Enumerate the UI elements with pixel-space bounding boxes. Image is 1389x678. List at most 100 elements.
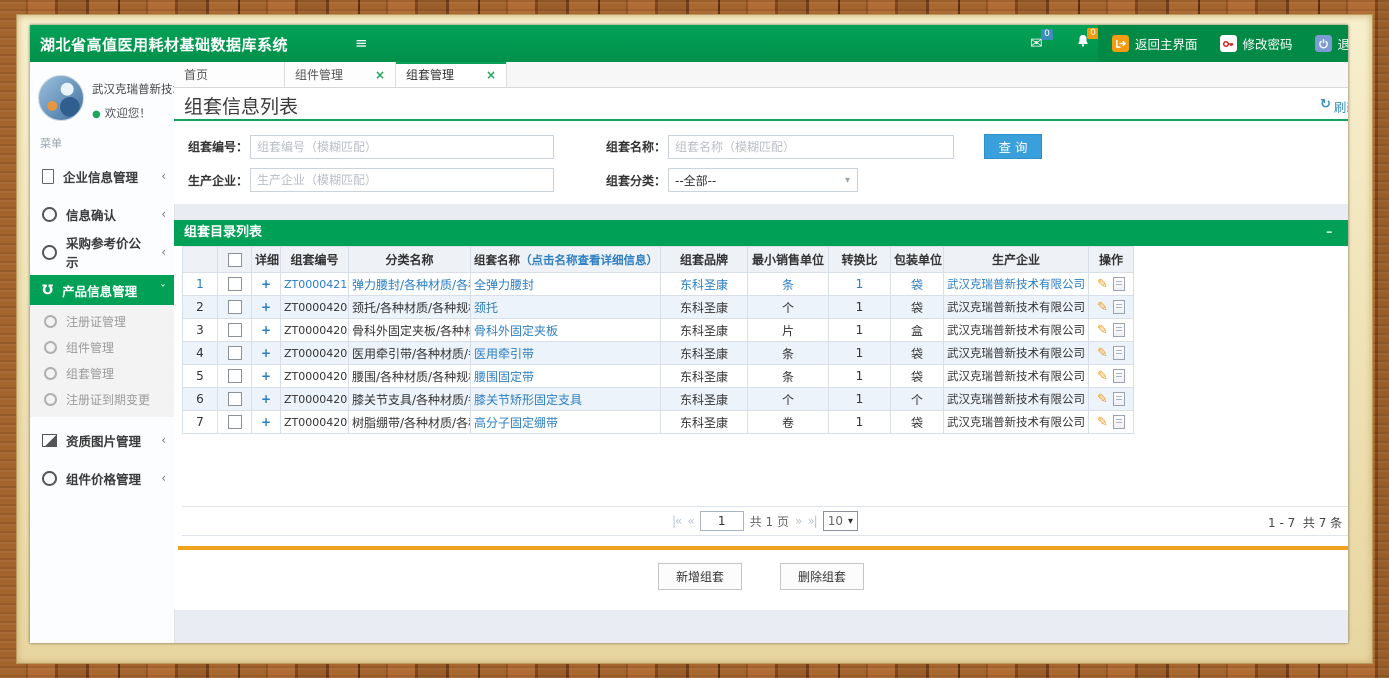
mail-icon[interactable]: ✉ 0 [1030, 34, 1043, 52]
row-checkbox[interactable] [228, 277, 242, 291]
tab-home[interactable]: 首页 [174, 62, 285, 87]
change-password-button[interactable]: 修改密码 [1220, 34, 1293, 53]
document-icon[interactable] [1113, 277, 1125, 291]
edit-icon[interactable]: ✎ [1097, 393, 1108, 406]
row-checkbox[interactable] [228, 392, 242, 406]
row-checkbox[interactable] [228, 415, 242, 429]
row-checkbox[interactable] [228, 300, 242, 314]
set-name-link[interactable]: 骨科外固定夹板 [474, 324, 558, 338]
document-icon[interactable] [1113, 323, 1125, 337]
set-brand: 东科圣康 [661, 296, 748, 319]
edit-icon[interactable]: ✎ [1097, 324, 1108, 337]
expand-row-button[interactable]: + [252, 365, 281, 388]
set-name-link[interactable]: 颈托 [474, 301, 498, 315]
tab-component-mgmt[interactable]: 组件管理× [285, 62, 396, 87]
expand-row-button[interactable]: + [252, 273, 281, 296]
hamburger-icon[interactable]: ≡ [355, 34, 368, 52]
record-range-label: 1 - 7 共 7 条 [1268, 514, 1342, 531]
document-icon[interactable] [1113, 346, 1125, 360]
set-name-link[interactable]: 腰围固定带 [474, 370, 534, 384]
search-button[interactable]: 查 询 [984, 134, 1042, 159]
col-checkbox [218, 247, 252, 273]
set-name-link[interactable]: 膝关节矫形固定支具 [474, 393, 582, 407]
set-name-link[interactable]: 医用牵引带 [474, 347, 534, 361]
first-page-icon[interactable]: |« [672, 514, 681, 528]
search-form: 组套编号： 组套名称： 查 询 生产企业： 组套分类： --全部-- ▾ [174, 121, 1348, 204]
pack-unit: 盒 [891, 319, 944, 342]
tab-set-mgmt[interactable]: 组套管理× [396, 62, 507, 87]
total-pages-label: 共 1 页 [750, 513, 789, 530]
edit-icon[interactable]: ✎ [1097, 278, 1108, 291]
document-icon[interactable] [1113, 392, 1125, 406]
sidebar-item-registration-cert[interactable]: 注册证管理 [30, 308, 174, 334]
edit-icon[interactable]: ✎ [1097, 416, 1108, 429]
sidebar-item-component-price[interactable]: 组件价格管理 ‹ [30, 463, 174, 493]
sidebar-item-purchase-price[interactable]: 采购参考价公示 ‹ [30, 237, 174, 267]
expand-row-button[interactable]: + [252, 342, 281, 365]
select-all-checkbox[interactable] [228, 253, 242, 267]
bell-icon[interactable]: 0 [1076, 33, 1090, 52]
edit-icon[interactable]: ✎ [1097, 370, 1108, 383]
prev-page-icon[interactable]: « [687, 514, 693, 528]
page-input[interactable] [700, 511, 744, 531]
tab-bar: 首页 组件管理× 组套管理× [174, 62, 1348, 88]
set-name-link[interactable]: 全弹力腰封 [474, 278, 534, 292]
return-main-button[interactable]: 返回主界面 [1112, 34, 1198, 53]
manufacturer: 武汉克瑞普新技术有限公司 [944, 365, 1089, 388]
sidebar-item-component-mgmt[interactable]: 组件管理 [30, 334, 174, 360]
delete-set-button[interactable]: 删除组套 [780, 563, 864, 590]
row-checkbox[interactable] [228, 369, 242, 383]
col-unit: 最小销售单位 [748, 247, 829, 273]
close-icon[interactable]: × [486, 68, 496, 82]
set-code-input[interactable] [250, 135, 554, 159]
document-icon[interactable] [1113, 415, 1125, 429]
edit-icon[interactable]: ✎ [1097, 347, 1108, 360]
sidebar-item-set-mgmt[interactable]: 组套管理 [30, 360, 174, 386]
set-code: ZT00004208 [281, 319, 349, 342]
sidebar-item-enterprise-info[interactable]: 企业信息管理 ‹ [30, 161, 174, 191]
search-panel: 组套信息列表 ↻ 刷新 组套编号： 组套名称： 查 询 生产企业： 组套分类 [174, 88, 1348, 204]
document-icon[interactable] [1113, 369, 1125, 383]
page-title: 组套信息列表 [184, 92, 298, 119]
sidebar-item-qualification-images[interactable]: 资质图片管理 ‹ [30, 425, 174, 455]
expand-row-button[interactable]: + [252, 296, 281, 319]
sidebar-item-info-confirm[interactable]: 信息确认 ‹ [30, 199, 174, 229]
sidebar-item-product-info[interactable]: ℧ 产品信息管理 ˇ [30, 275, 174, 305]
row-checkbox-cell [218, 319, 252, 342]
expand-row-button[interactable]: + [252, 319, 281, 342]
row-checkbox[interactable] [228, 346, 242, 360]
chevron-left-icon: ‹ [161, 433, 166, 447]
expand-row-button[interactable]: + [252, 411, 281, 434]
manufacturer-input[interactable] [250, 168, 554, 192]
user-name: 武汉克瑞普新技术 [92, 81, 178, 97]
add-set-button[interactable]: 新增组套 [658, 563, 742, 590]
min-sale-unit: 条 [748, 365, 829, 388]
collapse-icon[interactable]: – [1326, 220, 1333, 246]
avatar[interactable] [38, 75, 84, 121]
next-page-icon[interactable]: » [795, 514, 801, 528]
conversion-ratio: 1 [829, 273, 891, 296]
top-header: 湖北省高值医用耗材基础数据库系统 ≡ ✉ 0 0 返回主界面 修改密码 [30, 25, 1348, 62]
logout-button[interactable]: 退出 [1315, 34, 1348, 53]
expand-row-button[interactable]: + [252, 388, 281, 411]
refresh-button[interactable]: ↻ 刷新 [1320, 97, 1348, 116]
set-name-link[interactable]: 高分子固定绷带 [474, 416, 558, 430]
document-icon[interactable] [1113, 300, 1125, 314]
set-category-select[interactable]: --全部-- ▾ [668, 168, 858, 192]
last-page-icon[interactable]: »| [807, 514, 816, 528]
sidebar-item-cert-expiry[interactable]: 注册证到期变更 [30, 386, 174, 412]
set-name-input[interactable] [668, 135, 954, 159]
min-sale-unit: 条 [748, 342, 829, 365]
circle-icon [44, 393, 57, 406]
power-icon [1315, 35, 1332, 52]
edit-icon[interactable]: ✎ [1097, 301, 1108, 314]
row-checkbox[interactable] [228, 323, 242, 337]
page-size-select[interactable]: 10 ▾ [823, 511, 858, 531]
category-name: 膝关节支具/各种材质/各种规格 [349, 388, 471, 411]
refresh-icon: ↻ [1320, 97, 1331, 116]
row-number: 7 [183, 411, 218, 434]
manufacturer: 武汉克瑞普新技术有限公司 [944, 319, 1089, 342]
close-icon[interactable]: × [375, 68, 385, 82]
set-code: ZT00004210 [281, 273, 349, 296]
set-brand: 东科圣康 [661, 411, 748, 434]
